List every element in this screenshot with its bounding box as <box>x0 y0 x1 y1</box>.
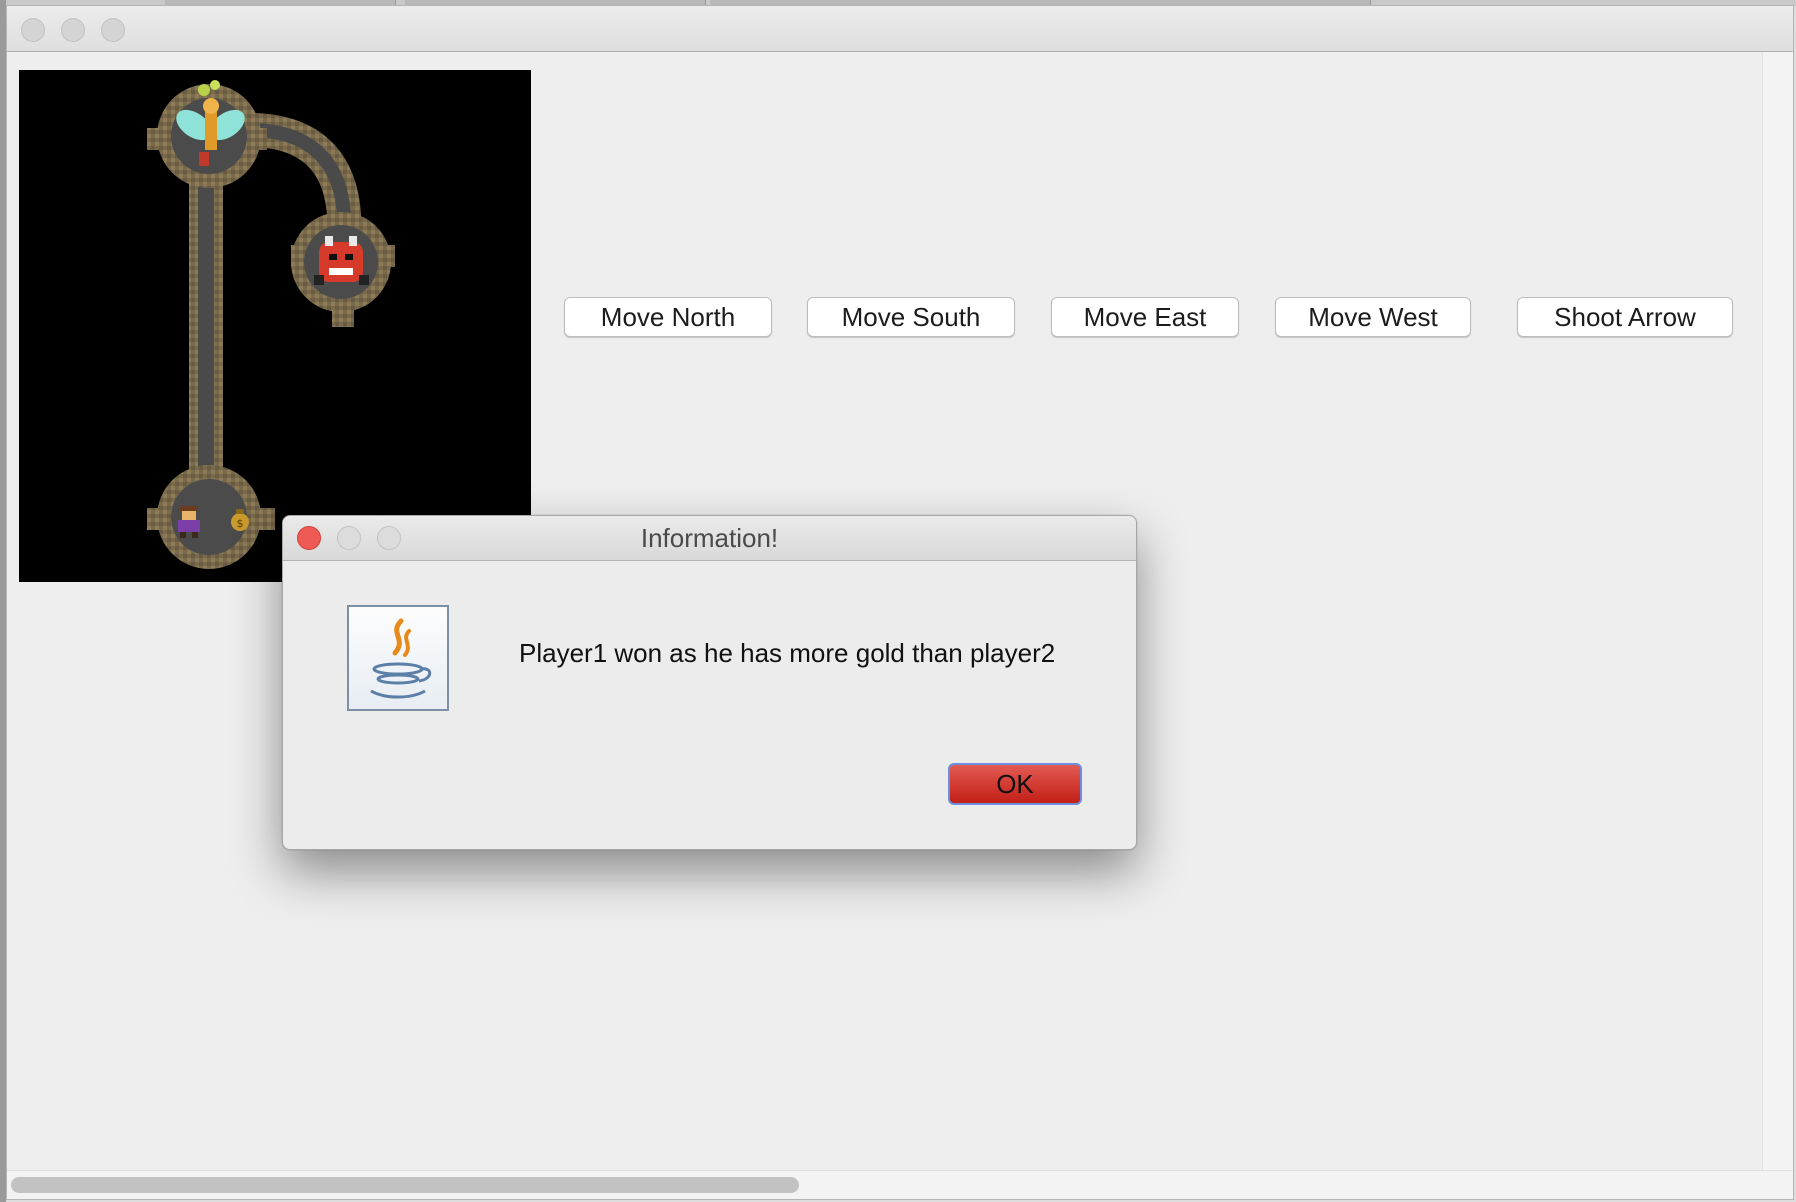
window-close-button[interactable] <box>21 18 45 42</box>
move-east-button[interactable]: Move East <box>1051 297 1239 337</box>
dialog-title: Information! <box>640 523 779 553</box>
dialog-titlebar: Information! <box>283 516 1136 561</box>
information-dialog: Information! Player1 won as he has more … <box>282 515 1137 850</box>
dungeon-map-graphic: $ <box>147 80 395 569</box>
java-coffee-cup-icon <box>347 605 449 711</box>
move-south-button[interactable]: Move South <box>807 297 1015 337</box>
move-west-button[interactable]: Move West <box>1275 297 1471 337</box>
cave-room-bottom <box>147 465 275 569</box>
dungeon-map: $ <box>19 70 531 582</box>
dialog-message: Player1 won as he has more gold than pla… <box>519 638 1056 668</box>
move-north-button[interactable]: Move North <box>564 297 772 337</box>
ok-button[interactable]: OK <box>948 763 1082 805</box>
horizontal-scroll-thumb[interactable] <box>11 1177 799 1193</box>
window-titlebar <box>7 6 1793 52</box>
window-minimize-button[interactable] <box>61 18 85 42</box>
vertical-scrollbar[interactable] <box>1762 52 1793 1171</box>
shoot-arrow-button[interactable]: Shoot Arrow <box>1517 297 1733 337</box>
window-zoom-button[interactable] <box>101 18 125 42</box>
svg-text:$: $ <box>237 517 244 530</box>
horizontal-scrollbar[interactable] <box>7 1170 1793 1199</box>
